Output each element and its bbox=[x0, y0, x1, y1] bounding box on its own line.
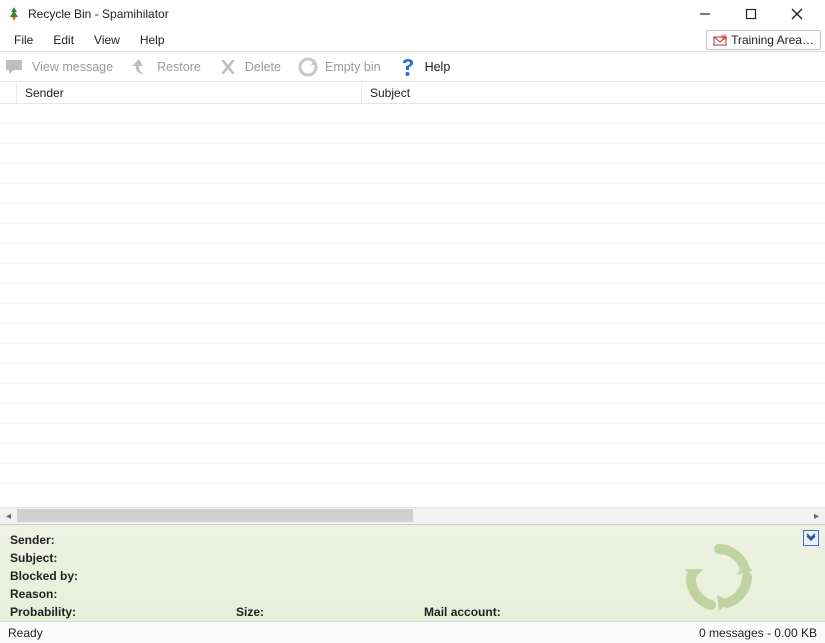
scroll-left-icon[interactable]: ◂ bbox=[0, 508, 17, 525]
help-label: Help bbox=[425, 60, 451, 74]
scroll-thumb[interactable] bbox=[17, 509, 413, 522]
menu-bar: File Edit View Help Training Area… bbox=[0, 28, 825, 52]
training-area-icon bbox=[713, 33, 727, 47]
restore-button[interactable]: Restore bbox=[127, 54, 209, 80]
list-row bbox=[0, 304, 825, 324]
column-gutter[interactable] bbox=[0, 82, 17, 103]
view-message-icon bbox=[4, 56, 26, 78]
message-list-body[interactable] bbox=[0, 104, 825, 507]
menu-file[interactable]: File bbox=[4, 31, 43, 49]
view-message-label: View message bbox=[32, 60, 113, 74]
details-collapse-button[interactable] bbox=[803, 530, 819, 546]
list-row bbox=[0, 284, 825, 304]
list-row bbox=[0, 384, 825, 404]
status-bar: Ready 0 messages - 0.00 KB bbox=[0, 621, 825, 643]
status-ready: Ready bbox=[8, 626, 43, 640]
list-row bbox=[0, 104, 825, 124]
view-message-button[interactable]: View message bbox=[2, 54, 121, 80]
minimize-button[interactable] bbox=[691, 4, 719, 24]
list-row bbox=[0, 344, 825, 364]
menu-help[interactable]: Help bbox=[130, 31, 175, 49]
toolbar: View message Restore Delete Empty bin bbox=[0, 52, 825, 82]
list-row bbox=[0, 404, 825, 424]
menu-view[interactable]: View bbox=[84, 31, 130, 49]
list-row bbox=[0, 364, 825, 384]
delete-button[interactable]: Delete bbox=[215, 54, 289, 80]
scroll-track[interactable] bbox=[17, 508, 808, 524]
app-icon bbox=[6, 6, 22, 22]
scroll-right-icon[interactable]: ▸ bbox=[808, 508, 825, 525]
title-bar: Recycle Bin - Spamihilator bbox=[0, 0, 825, 28]
restore-label: Restore bbox=[157, 60, 201, 74]
help-button[interactable]: Help bbox=[395, 54, 459, 80]
list-row bbox=[0, 464, 825, 484]
detail-size-label: Size: bbox=[236, 605, 264, 619]
status-summary: 0 messages - 0.00 KB bbox=[699, 626, 817, 640]
list-row bbox=[0, 144, 825, 164]
training-area-label: Training Area… bbox=[731, 33, 814, 47]
column-headers: Sender Subject bbox=[0, 82, 825, 104]
list-row bbox=[0, 204, 825, 224]
restore-icon bbox=[129, 56, 151, 78]
empty-bin-label: Empty bin bbox=[325, 60, 381, 74]
details-panel: Sender: Subject: Blocked by: Reason: Pro… bbox=[0, 524, 825, 621]
recycle-logo-icon bbox=[683, 541, 755, 613]
window-title: Recycle Bin - Spamihilator bbox=[28, 7, 169, 21]
list-row bbox=[0, 324, 825, 344]
list-row bbox=[0, 184, 825, 204]
list-row bbox=[0, 244, 825, 264]
training-area-button[interactable]: Training Area… bbox=[706, 30, 821, 50]
detail-mailaccount-label: Mail account: bbox=[424, 605, 501, 619]
detail-reason-label: Reason: bbox=[10, 587, 57, 601]
detail-blockedby-label: Blocked by: bbox=[10, 569, 78, 583]
menu-edit[interactable]: Edit bbox=[43, 31, 84, 49]
list-row bbox=[0, 444, 825, 464]
list-row bbox=[0, 124, 825, 144]
list-row bbox=[0, 224, 825, 244]
list-row bbox=[0, 264, 825, 284]
detail-probability-label: Probability: bbox=[10, 605, 76, 619]
delete-icon bbox=[217, 56, 239, 78]
column-subject[interactable]: Subject bbox=[362, 82, 825, 103]
list-row bbox=[0, 424, 825, 444]
column-sender[interactable]: Sender bbox=[17, 82, 362, 103]
maximize-button[interactable] bbox=[737, 4, 765, 24]
empty-bin-button[interactable]: Empty bin bbox=[295, 54, 389, 80]
close-button[interactable] bbox=[783, 4, 811, 24]
delete-label: Delete bbox=[245, 60, 281, 74]
detail-sender-label: Sender: bbox=[10, 533, 55, 547]
message-list: Sender Subject ◂ ▸ bbox=[0, 82, 825, 524]
empty-bin-icon bbox=[297, 56, 319, 78]
detail-subject-label: Subject: bbox=[10, 551, 57, 565]
horizontal-scrollbar[interactable]: ◂ ▸ bbox=[0, 507, 825, 524]
help-icon bbox=[397, 56, 419, 78]
list-row bbox=[0, 164, 825, 184]
